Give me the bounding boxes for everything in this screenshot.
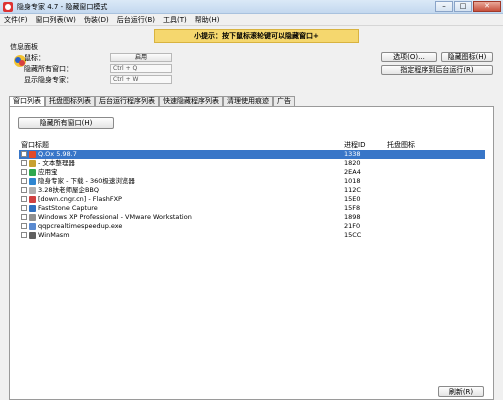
column-process-id[interactable]: 进程ID [344,140,365,150]
row-pid: 15F8 [344,204,361,212]
row-title: Q.Ox 5.98.7 [38,150,77,158]
photo-icon [29,187,36,194]
show-expert-hotkey[interactable]: Ctrl + W [110,75,172,84]
table-row[interactable]: 隐身专家 - 下载 - 360极速浏览器 1018 [19,177,485,186]
row-pid: 2EA4 [344,168,361,176]
hide-all-label: 隐藏所有窗口： [24,65,73,73]
mouse-label: 鼠标： [24,54,45,62]
window-list-panel: 隐藏所有窗口(H) 窗口标题 进程ID 托盘图标 Q.Ox 5.98.7 1338… [9,106,494,400]
text-tool-icon [29,160,36,167]
row-pid: 15E0 [344,195,361,203]
row-checkbox[interactable] [21,151,27,157]
window-list: Q.Ox 5.98.7 1338- 文本整理器 1820 应用宝 2EA4 隐身专家 - … [19,150,485,240]
qq-icon [29,151,36,158]
tab-quick-hide[interactable]: 快速隐藏程序列表 [159,96,223,106]
row-checkbox[interactable] [21,169,27,175]
column-window-title[interactable]: 窗口标题 [21,140,49,150]
tab-ads[interactable]: 广告 [273,96,295,106]
masm-icon [29,232,36,239]
minimize-button[interactable]: – [435,1,453,12]
browser-icon [29,178,36,185]
app-store-icon [29,169,36,176]
info-panel: 信息面板 鼠标： 启用 隐藏所有窗口： Ctrl + Q 显示隐身专家： Ctr… [10,42,210,84]
tab-tray-icons[interactable]: 托盘图标列表 [45,96,95,106]
mouse-value[interactable]: 启用 [110,53,172,62]
row-title: WinMasm [38,231,70,239]
row-checkbox[interactable] [21,196,27,202]
row-title: 隐身专家 - 下载 - 360极速浏览器 [38,177,135,185]
table-row[interactable]: Q.Ox 5.98.7 1338 [19,150,485,159]
menu-disguise[interactable]: 伪装(D) [80,14,113,26]
row-title: 应用宝 [38,168,58,176]
window-title: 隐身专家 4.7 - 隐藏窗口模式 [17,2,108,11]
table-row[interactable]: 3.28扶老师屋企BBQ 112C [19,186,485,195]
refresh-button[interactable]: 刷新(R) [438,386,484,397]
tab-clean-traces[interactable]: 清理使用痕迹 [223,96,273,106]
vmware-icon [29,214,36,221]
row-title: Windows XP Professional - VMware Worksta… [38,213,192,221]
menu-bar: 文件(F) 窗口列表(W) 伪装(D) 后台运行(B) 工具(T) 帮助(H) [0,14,503,26]
mouse-row: 鼠标： 启用 [24,53,184,63]
row-pid: 112C [344,186,361,194]
title-bar: 隐身专家 4.7 - 隐藏窗口模式 – □ ✕ [0,0,503,14]
table-row[interactable]: 应用宝 2EA4 [19,168,485,177]
column-tray-icon[interactable]: 托盘图标 [387,140,415,150]
row-title: [down.cngr.cn] - FlashFXP [38,195,122,203]
show-expert-row: 显示隐身专家： Ctrl + W [24,75,184,85]
menu-help[interactable]: 帮助(H) [191,14,224,26]
list-header: 窗口标题 进程ID 托盘图标 [19,140,485,150]
row-checkbox[interactable] [21,187,27,193]
hide-all-row: 隐藏所有窗口： Ctrl + Q [24,64,184,74]
row-checkbox[interactable] [21,232,27,238]
exe-icon [29,223,36,230]
table-row[interactable]: WinMasm 15CC [19,231,485,240]
row-checkbox[interactable] [21,178,27,184]
row-title: FastStone Capture [38,204,98,212]
table-row[interactable]: - 文本整理器 1820 [19,159,485,168]
row-checkbox[interactable] [21,160,27,166]
maximize-button[interactable]: □ [454,1,472,12]
tab-strip: 窗口列表 托盘图标列表 后台运行程序列表 快速隐藏程序列表 清理使用痕迹 广告 [9,96,295,107]
row-title: qqpcrealtimespeedup.exe [38,222,123,230]
row-pid: 1018 [344,177,361,185]
menu-file[interactable]: 文件(F) [0,14,32,26]
options-button[interactable]: 选项(O)... [381,52,437,62]
row-checkbox[interactable] [21,214,27,220]
run-in-background-button[interactable]: 指定程序到后台运行(R) [381,65,493,75]
menu-tools[interactable]: 工具(T) [159,14,191,26]
menu-background[interactable]: 后台运行(B) [113,14,159,26]
row-title: 3.28扶老师屋企BBQ [38,186,100,194]
close-button[interactable]: ✕ [473,1,501,12]
main-frame: 小提示：按下鼠标滚轮键可以隐藏窗口+ 信息面板 鼠标： 启用 隐藏所有窗口： C… [0,26,503,400]
row-pid: 1338 [344,150,361,158]
hide-all-windows-button[interactable]: 隐藏所有窗口(H) [18,117,114,129]
row-pid: 15CC [344,231,362,239]
tab-background-programs[interactable]: 后台运行程序列表 [95,96,159,106]
app-icon [3,1,13,12]
info-panel-title: 信息面板 [10,43,38,51]
row-title: - 文本整理器 [38,159,75,167]
row-pid: 1898 [344,213,361,221]
row-checkbox[interactable] [21,205,27,211]
hide-icon-button[interactable]: 隐藏图标(H) [441,52,493,62]
ftp-icon [29,196,36,203]
table-row[interactable]: Windows XP Professional - VMware Worksta… [19,213,485,222]
row-pid: 1820 [344,159,361,167]
table-row[interactable]: qqpcrealtimespeedup.exe 21F0 [19,222,485,231]
menu-window-list[interactable]: 窗口列表(W) [32,14,80,26]
hide-all-hotkey[interactable]: Ctrl + Q [110,64,172,73]
show-expert-label: 显示隐身专家： [24,76,73,84]
capture-icon [29,205,36,212]
row-checkbox[interactable] [21,223,27,229]
table-row[interactable]: [down.cngr.cn] - FlashFXP 15E0 [19,195,485,204]
table-row[interactable]: FastStone Capture 15F8 [19,204,485,213]
tip-banner: 小提示：按下鼠标滚轮键可以隐藏窗口+ [154,29,359,43]
row-pid: 21F0 [344,222,361,230]
